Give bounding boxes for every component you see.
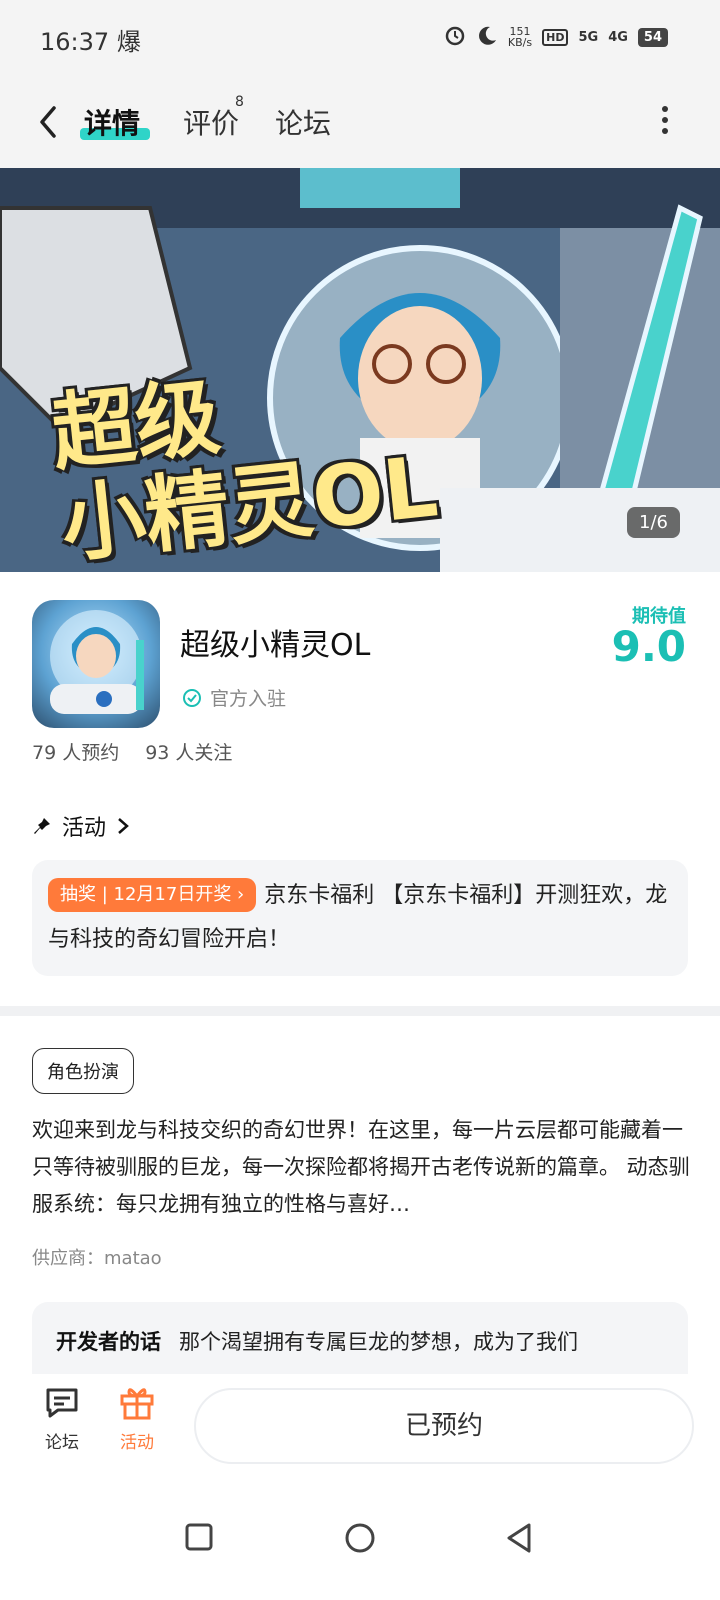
section-divider — [0, 1006, 720, 1016]
pin-icon — [34, 818, 50, 834]
bottom-activity-button[interactable]: 活动 — [102, 1382, 172, 1453]
chat-icon — [46, 1388, 78, 1418]
supplier-info: 供应商：matao — [32, 1248, 162, 1269]
lottery-tag[interactable]: 抽奖 | 12月17日开奖 › — [48, 878, 257, 912]
moon-icon — [476, 24, 498, 50]
activity-heading: 活动 — [62, 816, 107, 841]
banner-title: 超级 小精灵OL — [47, 367, 442, 572]
app-icon — [32, 600, 160, 728]
follower-count: 93 人关注 — [145, 742, 233, 764]
developer-note-text: 那个渴望拥有专属巨龙的梦想，成为了我们 — [179, 1330, 578, 1354]
verified-label: 官方入驻 — [210, 688, 287, 710]
status-bar: 16:37 爆 151 KB/s HD 5G 4G 54 — [0, 0, 720, 76]
battery-icon: 54 — [637, 27, 668, 47]
app-stats: 79 人预约 93 人关注 — [32, 738, 232, 765]
developer-note-card[interactable]: 开发者的话 那个渴望拥有专属巨龙的梦想，成为了我们 — [32, 1302, 688, 1374]
alarm-icon — [444, 24, 466, 50]
gift-icon — [120, 1388, 154, 1420]
app-name: 超级小精灵OL — [180, 628, 371, 663]
top-nav: 详情 评价 8 论坛 — [0, 76, 720, 168]
activity-section-header[interactable]: 活动 — [32, 810, 130, 842]
chevron-right-icon — [118, 818, 129, 834]
bottom-forum-button[interactable]: 论坛 — [27, 1382, 97, 1453]
reserved-button[interactable]: 已预约 — [194, 1388, 694, 1464]
tab-forum[interactable]: 论坛 — [275, 102, 331, 142]
back-icon[interactable] — [34, 100, 64, 144]
verified-badge: 官方入驻 — [182, 684, 286, 711]
back-nav-icon[interactable] — [504, 1522, 534, 1558]
genre-tag[interactable]: 角色扮演 — [32, 1048, 134, 1094]
reservation-count: 79 人预约 — [32, 742, 120, 764]
status-time: 16:37 爆 — [40, 28, 141, 56]
bottom-action-bar: 论坛 活动 已预约 — [0, 1374, 720, 1478]
more-icon[interactable] — [662, 106, 670, 138]
expectation-score: 9.0 — [611, 622, 686, 671]
recent-apps-icon[interactable] — [184, 1522, 214, 1556]
developer-note-label: 开发者的话 — [56, 1330, 161, 1354]
system-nav-bar — [0, 1478, 720, 1600]
activity-card[interactable]: 抽奖 | 12月17日开奖 › 京东卡福利 【京东卡福利】开测狂欢，龙与科技的奇幻… — [32, 860, 688, 976]
home-icon[interactable] — [344, 1522, 376, 1558]
signal-5g-icon: 5G — [578, 29, 599, 45]
hd-icon: HD — [542, 28, 569, 46]
bottom-activity-label: 活动 — [120, 1433, 154, 1453]
game-description[interactable]: 欢迎来到龙与科技交织的奇幻世界！在这里，每一片云层都可能藏着一只等待被驯服的巨龙… — [32, 1112, 690, 1223]
bottom-forum-label: 论坛 — [45, 1433, 79, 1453]
signal-4g-icon: 4G — [608, 29, 628, 45]
status-icons: 151 KB/s HD 5G 4G 54 — [444, 24, 668, 50]
review-count-badge: 8 — [235, 94, 244, 110]
tab-detail[interactable]: 详情 — [84, 102, 140, 142]
network-speed: 151 KB/s — [507, 25, 533, 49]
check-circle-icon — [183, 688, 201, 707]
tab-review[interactable]: 评价 — [183, 102, 239, 142]
banner-page-counter: 1/6 — [627, 507, 680, 538]
banner-image[interactable]: 超级 小精灵OL 1/6 — [0, 168, 720, 572]
